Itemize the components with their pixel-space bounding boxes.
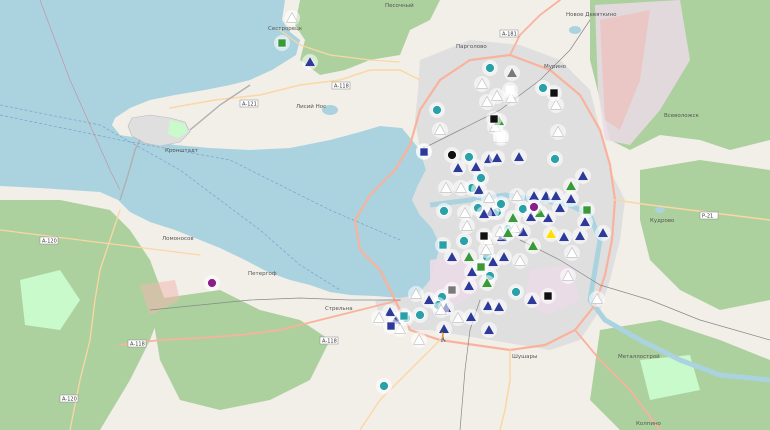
road-shield: А-118: [334, 84, 349, 90]
marker-purple-circle[interactable]: [529, 202, 539, 212]
road-shield: А-120: [42, 239, 57, 245]
marker-teal-circle[interactable]: [511, 287, 521, 297]
marker-gray-square[interactable]: [447, 285, 457, 295]
marker-navy-square[interactable]: [386, 321, 396, 331]
marker-green-square[interactable]: [277, 38, 287, 48]
marker-white-square[interactable]: [496, 131, 506, 141]
lake-2: [569, 26, 581, 34]
marker-teal-circle[interactable]: [496, 199, 506, 209]
pedestrian-icon[interactable]: 🚶: [437, 330, 449, 343]
marker-teal-circle[interactable]: [415, 310, 425, 320]
label-metallostroy: Металлострой: [618, 353, 660, 360]
marker-black-square[interactable]: [549, 88, 559, 98]
label-lomonosov: Ломоносов: [162, 236, 194, 242]
label-lisy-nos: Лисий Нос: [296, 103, 326, 110]
marker-teal-circle[interactable]: [485, 63, 495, 73]
marker-teal-circle[interactable]: [439, 206, 449, 216]
marker-black-square[interactable]: [479, 231, 489, 241]
marker-white-square[interactable]: [505, 85, 515, 95]
marker-teal-circle[interactable]: [538, 83, 548, 93]
lake-3: [655, 207, 665, 213]
label-shushary: Шушары: [512, 354, 537, 360]
marker-black-circle[interactable]: [447, 150, 457, 160]
label-strelna: Стрельна: [325, 306, 353, 312]
marker-teal-square[interactable]: [438, 240, 448, 250]
marker-green-square[interactable]: [476, 262, 486, 272]
marker-teal-circle[interactable]: [476, 173, 486, 183]
marker-purple-circle[interactable]: [207, 278, 217, 288]
label-murino: Мурино: [544, 64, 567, 70]
marker-teal-circle[interactable]: [550, 154, 560, 164]
road-shield: А-121: [242, 102, 257, 108]
marker-black-square[interactable]: [543, 291, 553, 301]
label-peterhof: Петергоф: [248, 271, 277, 277]
label-kolpino: Колпино: [636, 421, 662, 427]
road-shield: Р-21: [702, 214, 713, 220]
label-kudrovo: Кудрово: [650, 218, 675, 224]
road-shield: А-181: [502, 32, 517, 38]
marker-teal-circle[interactable]: [379, 381, 389, 391]
road-shield: А-118: [322, 339, 337, 345]
marker-black-square[interactable]: [489, 114, 499, 124]
marker-teal-circle[interactable]: [432, 105, 442, 115]
marker-teal-circle[interactable]: [459, 236, 469, 246]
label-sestroretsk: Сестрорецк: [268, 26, 303, 32]
marker-navy-square[interactable]: [419, 147, 429, 157]
marker-teal-square[interactable]: [399, 311, 409, 321]
map-canvas[interactable]: Сестрорецк Лисий Нос Кронштадт Ломоносов…: [0, 0, 770, 430]
road-shield: А-118: [130, 342, 145, 348]
map-view[interactable]: Сестрорецк Лисий Нос Кронштадт Ломоносов…: [0, 0, 770, 430]
label-pargolovo: Парголово: [456, 44, 487, 50]
label-novoe-devyatkino: Новое Девяткино: [566, 12, 617, 18]
marker-green-square[interactable]: [582, 205, 592, 215]
label-kronshtadt: Кронштадт: [165, 148, 199, 154]
label-vsevolozhsk: Всеволожск: [664, 113, 700, 119]
label-pesochny: Песочный: [385, 2, 414, 9]
road-shield: А-120: [62, 397, 77, 403]
